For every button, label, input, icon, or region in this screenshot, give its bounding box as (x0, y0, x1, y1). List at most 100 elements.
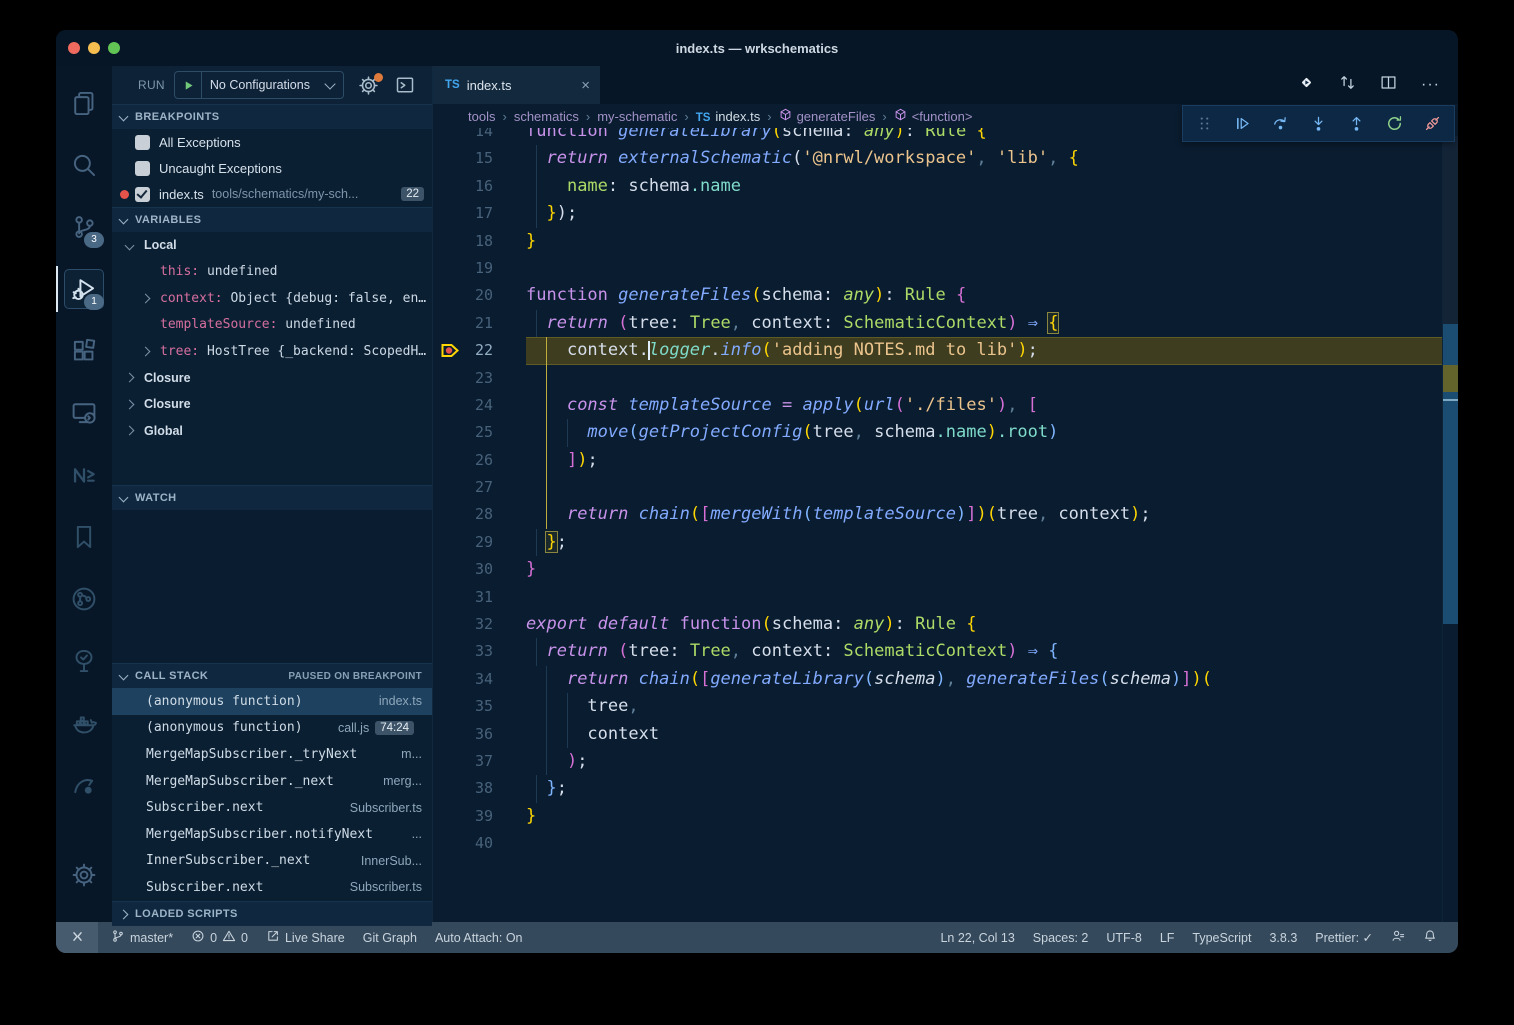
step-into-button[interactable] (1310, 115, 1327, 132)
code-line-17[interactable]: 17 }); (433, 200, 1458, 227)
activity-item-source-control[interactable]: 3 (56, 196, 112, 258)
status-git-branch[interactable]: master* (102, 922, 182, 953)
breakpoint-checkbox[interactable] (135, 161, 150, 176)
breadcrumb-item[interactable]: TSindex.ts (696, 109, 761, 124)
variable-row[interactable]: context: Object {debug: false, en… (112, 285, 432, 312)
watch-header[interactable]: WATCH (112, 485, 432, 510)
code-line-29[interactable]: 29 }; (433, 529, 1458, 556)
status-indentation[interactable]: Spaces: 2 (1024, 922, 1098, 953)
restart-button[interactable] (1386, 115, 1403, 132)
variable-row[interactable]: this: undefined (112, 259, 432, 286)
disconnect-button[interactable] (1424, 115, 1441, 132)
code-line-38[interactable]: 38 }; (433, 775, 1458, 802)
call-stack-frame[interactable]: Subscriber.nextSubscriber.ts (112, 874, 432, 901)
activity-item-redwood[interactable] (56, 754, 112, 816)
code-line-30[interactable]: 30} (433, 556, 1458, 583)
status-auto-attach[interactable]: Auto Attach: On (426, 922, 532, 953)
tab-index-ts[interactable]: TS index.ts × (433, 66, 600, 104)
split-editor-icon[interactable] (1380, 74, 1397, 96)
code-line-31[interactable]: 31 (433, 584, 1458, 611)
call-stack-frame[interactable]: (anonymous function)call.js74:24 (112, 715, 432, 742)
code-line-37[interactable]: 37 ); (433, 748, 1458, 775)
current-breakpoint-icon[interactable] (441, 343, 461, 358)
code-line-19[interactable]: 19 (433, 255, 1458, 282)
code-line-16[interactable]: 16 name: schema.name (433, 173, 1458, 200)
call-stack-header[interactable]: CALL STACK PAUSED ON BREAKPOINT (112, 663, 432, 688)
debug-console-icon[interactable] (395, 75, 415, 95)
activity-item-remote-explorer[interactable] (56, 382, 112, 444)
variables-header[interactable]: VARIABLES (112, 207, 432, 232)
status-remote-indicator[interactable] (56, 922, 98, 953)
status-problems[interactable]: 00 (182, 922, 257, 953)
breadcrumb-item[interactable]: tools (468, 109, 495, 124)
breadcrumb-item[interactable]: schematics (514, 109, 579, 124)
close-tab-icon[interactable]: × (581, 77, 590, 94)
breakpoint-checkbox[interactable] (135, 135, 150, 150)
code-line-33[interactable]: 33 return (tree: Tree, context: Schemati… (433, 638, 1458, 665)
breadcrumb-item[interactable]: my-schematic (597, 109, 677, 124)
diamond-icon[interactable] (1298, 74, 1315, 96)
code-line-28[interactable]: 28 return chain([mergeWith(templateSourc… (433, 501, 1458, 528)
variable-row[interactable]: templateSource: undefined (112, 312, 432, 339)
code-line-32[interactable]: 32export default function(schema: any): … (433, 611, 1458, 638)
code-line-15[interactable]: 15 return externalSchematic('@nrwl/works… (433, 145, 1458, 172)
breadcrumb-item[interactable]: <function> (894, 108, 973, 124)
breakpoint-checkbox[interactable] (135, 187, 150, 202)
activity-item-bookmarks[interactable] (56, 506, 112, 568)
activity-item-extensions[interactable] (56, 320, 112, 382)
code-line-39[interactable]: 39} (433, 803, 1458, 830)
call-stack-frame[interactable]: MergeMapSubscriber._nextmerg... (112, 768, 432, 795)
activity-item-nx-console[interactable] (56, 444, 112, 506)
call-stack-frame[interactable]: MergeMapSubscriber.notifyNext... (112, 821, 432, 848)
call-stack-frame[interactable]: Subscriber.nextSubscriber.ts (112, 794, 432, 821)
code-line-36[interactable]: 36 context (433, 721, 1458, 748)
variables-scope-row[interactable]: Closure (112, 365, 432, 392)
breadcrumb-item[interactable]: generateFiles (779, 108, 876, 124)
code-line-34[interactable]: 34 return chain([generateLibrary(schema)… (433, 666, 1458, 693)
status-notifications[interactable] (1414, 922, 1446, 953)
code-line-22[interactable]: 22 context.logger.info('adding NOTES.md … (433, 337, 1458, 364)
code-line-40[interactable]: 40 (433, 830, 1458, 857)
call-stack-frame[interactable]: MergeMapSubscriber._tryNextm... (112, 741, 432, 768)
code-line-26[interactable]: 26 ]); (433, 447, 1458, 474)
variable-row[interactable]: tree: HostTree {_backend: ScopedH… (112, 338, 432, 365)
code-line-21[interactable]: 21 return (tree: Tree, context: Schemati… (433, 310, 1458, 337)
continue-button[interactable] (1234, 115, 1251, 132)
start-debug-icon[interactable] (182, 79, 195, 92)
breakpoints-header[interactable]: BREAKPOINTS (112, 104, 432, 129)
activity-item-docker[interactable] (56, 692, 112, 754)
code-line-27[interactable]: 27 (433, 474, 1458, 501)
activity-item-run-and-debug[interactable]: 1 (56, 258, 112, 320)
scrollbar[interactable] (1442, 128, 1458, 922)
status-language-mode[interactable]: TypeScript (1183, 922, 1260, 953)
call-stack-frame[interactable]: InnerSubscriber._nextInnerSub... (112, 848, 432, 875)
code-line-20[interactable]: 20function generateFiles(schema: any): R… (433, 282, 1458, 309)
status-encoding[interactable]: UTF-8 (1097, 922, 1150, 953)
code-line-23[interactable]: 23 (433, 365, 1458, 392)
status-eol[interactable]: LF (1151, 922, 1184, 953)
breakpoint-row[interactable]: Uncaught Exceptions (112, 155, 432, 181)
status-cursor-position[interactable]: Ln 22, Col 13 (931, 922, 1023, 953)
launch-config-dropdown[interactable]: No Configurations (174, 71, 344, 99)
configure-gear-icon[interactable] (358, 75, 379, 96)
breakpoint-row[interactable]: All Exceptions (112, 129, 432, 155)
step-over-button[interactable] (1272, 115, 1289, 132)
loaded-scripts-header[interactable]: LOADED SCRIPTS (112, 901, 432, 926)
compare-icon[interactable] (1339, 74, 1356, 96)
status-live-share[interactable]: Live Share (257, 922, 354, 953)
activity-item-search[interactable] (56, 134, 112, 196)
variables-scope-row[interactable]: Closure (112, 391, 432, 418)
code-line-24[interactable]: 24 const templateSource = apply(url('./f… (433, 392, 1458, 419)
code-line-25[interactable]: 25 move(getProjectConfig(tree, schema.na… (433, 419, 1458, 446)
activity-item-explorer[interactable] (56, 72, 112, 134)
code-editor[interactable]: 14function generateLibrary(schema: any):… (433, 128, 1458, 922)
activity-item-settings[interactable] (56, 844, 112, 906)
activity-item-todo-tree[interactable] (56, 630, 112, 692)
variables-scope-row[interactable]: Global (112, 418, 432, 445)
status-git-graph-status[interactable]: Git Graph (354, 922, 426, 953)
more-actions-icon[interactable]: ··· (1421, 76, 1440, 94)
status-ts-version[interactable]: 3.8.3 (1260, 922, 1306, 953)
activity-item-git-graph[interactable] (56, 568, 112, 630)
status-prettier[interactable]: Prettier: ✓ (1306, 922, 1382, 953)
call-stack-frame[interactable]: (anonymous function)index.ts (112, 688, 432, 715)
